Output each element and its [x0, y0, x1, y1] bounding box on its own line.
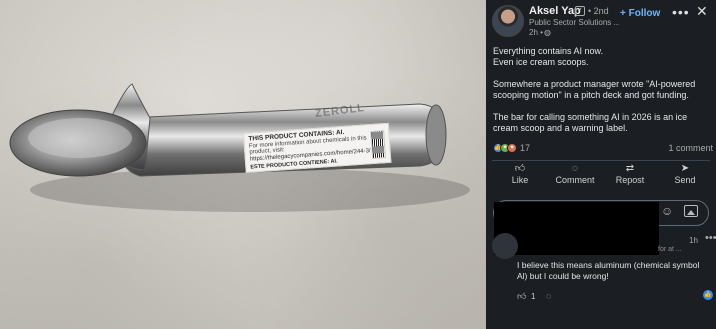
- redacted-area: [494, 202, 659, 255]
- divider: [492, 160, 710, 161]
- post-body: Everything contains AI now. Even ice cre…: [493, 46, 713, 145]
- reaction-count[interactable]: 17: [520, 143, 530, 153]
- post-time: 2h •: [529, 28, 543, 37]
- comment-reaction-badge-icon: 👍: [703, 290, 713, 300]
- thumbs-up-icon: 👍︎: [514, 163, 526, 174]
- send-button[interactable]: ➤ Send: [660, 163, 710, 185]
- comment-like-count: 1: [531, 292, 536, 301]
- more-options-button[interactable]: •••: [672, 4, 690, 20]
- comment-time: 1h: [689, 236, 698, 245]
- follow-button[interactable]: + Follow: [620, 8, 660, 19]
- action-bar: 👍︎ Like ◌ Comment ⇄ Repost ➤ Send: [486, 163, 716, 189]
- scoop-bowl-inner: [28, 118, 132, 158]
- post-paragraph: Somewhere a product manager wrote "AI-po…: [493, 79, 696, 100]
- post-panel: Aksel Yap ✓ • 2nd Public Sector Solution…: [486, 0, 716, 329]
- comment-more-button[interactable]: •••: [705, 232, 716, 244]
- connection-degree: • 2nd: [588, 6, 609, 16]
- like-label: Like: [511, 175, 529, 185]
- post-photo[interactable]: ZEROLL THIS PRODUCT CONTAINS: AI. For mo…: [0, 0, 486, 329]
- post-paragraph: Everything contains AI now. Even ice cre…: [493, 46, 604, 67]
- close-button[interactable]: ✕: [696, 3, 708, 20]
- author-headline: Public Sector Solutions ...: [529, 18, 619, 27]
- social-counts: 👍 ✦ ♥ 17 1 comment: [493, 143, 713, 155]
- love-reaction-icon: ♥: [507, 143, 517, 153]
- comment-reply-icon[interactable]: ◌: [546, 291, 551, 301]
- post-header: Aksel Yap ✓ • 2nd Public Sector Solution…: [486, 0, 716, 44]
- repost-label: Repost: [615, 175, 645, 185]
- comment-count[interactable]: 1 comment: [668, 143, 713, 153]
- repost-button[interactable]: ⇄ Repost: [605, 163, 655, 185]
- paper-plane-icon: ➤: [680, 163, 690, 174]
- verified-badge-icon: ✓: [575, 6, 585, 16]
- author-avatar[interactable]: [492, 5, 524, 37]
- image-icon[interactable]: [684, 205, 698, 217]
- globe-icon: ◍: [544, 28, 551, 37]
- comment-text: I believe this means aluminum (chemical …: [517, 260, 700, 281]
- comment-like-icon[interactable]: 👍︎: [517, 291, 526, 302]
- post-paragraph: The bar for calling something AI in 2026…: [493, 112, 688, 133]
- scoop-endcap: [425, 104, 447, 166]
- smiley-icon[interactable]: ☺: [661, 204, 673, 218]
- ice-cream-scoop-illustration: [9, 83, 470, 212]
- commenter-headline: for at ...: [658, 246, 682, 253]
- like-button[interactable]: 👍︎ Like: [495, 163, 545, 185]
- repost-arrows-icon: ⇄: [625, 163, 635, 174]
- comment-button[interactable]: ◌ Comment: [550, 163, 600, 185]
- author-name[interactable]: Aksel Yap: [529, 5, 581, 17]
- send-label: Send: [674, 175, 696, 185]
- speech-bubble-icon: ◌: [572, 163, 578, 174]
- commenter-avatar[interactable]: [492, 233, 518, 259]
- reaction-icons[interactable]: 👍 ✦ ♥: [493, 143, 517, 154]
- barcode-icon: [370, 130, 387, 160]
- comment-label: Comment: [555, 175, 595, 185]
